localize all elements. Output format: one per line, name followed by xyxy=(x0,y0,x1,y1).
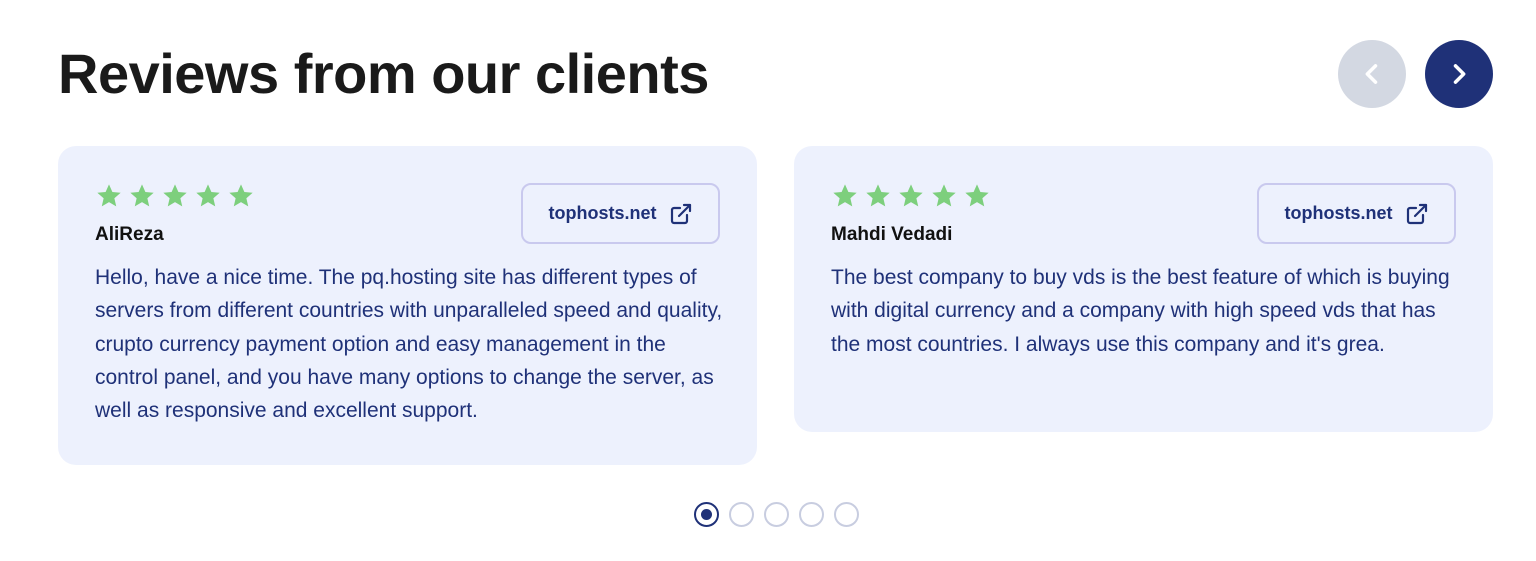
star-icon xyxy=(962,182,992,210)
star-icon xyxy=(160,182,190,210)
carousel-prev-button[interactable] xyxy=(1338,40,1406,108)
star-icon xyxy=(830,182,860,210)
reviewer-name: Mahdi Vedadi xyxy=(831,224,953,245)
carousel-next-button[interactable] xyxy=(1425,40,1493,108)
star-icon xyxy=(863,182,893,210)
review-text: Hello, have a nice time. The pq.hosting … xyxy=(95,266,723,423)
section-title: Reviews from our clients xyxy=(58,42,709,105)
carousel-pagination xyxy=(694,502,859,527)
external-link-icon xyxy=(670,203,691,224)
star-rating xyxy=(94,182,256,210)
reviews-section: Reviews from our clients AliReza tophost… xyxy=(0,0,1536,561)
star-rating xyxy=(830,182,992,210)
review-source-link[interactable]: tophosts.net xyxy=(521,183,720,244)
review-source-label: tophosts.net xyxy=(548,203,657,223)
review-card: AliReza tophosts.net Hello, have a nice … xyxy=(58,146,757,465)
star-icon xyxy=(896,182,926,210)
pagination-dot[interactable] xyxy=(764,502,789,527)
chevron-left-icon xyxy=(1365,64,1378,84)
review-source-label: tophosts.net xyxy=(1284,203,1393,223)
pagination-dot[interactable] xyxy=(729,502,754,527)
review-text: The best company to buy vds is the best … xyxy=(831,266,1450,356)
star-icon xyxy=(94,182,124,210)
star-icon xyxy=(193,182,223,210)
star-icon xyxy=(929,182,959,210)
star-icon xyxy=(226,182,256,210)
pagination-dot[interactable] xyxy=(834,502,859,527)
external-link-icon xyxy=(1406,203,1427,224)
pagination-dot[interactable] xyxy=(799,502,824,527)
reviewer-name: AliReza xyxy=(95,224,164,245)
pagination-dot-active[interactable] xyxy=(694,502,719,527)
chevron-right-icon xyxy=(1453,64,1466,84)
review-source-link[interactable]: tophosts.net xyxy=(1257,183,1456,244)
star-icon xyxy=(127,182,157,210)
review-card: Mahdi Vedadi tophosts.net The best compa… xyxy=(794,146,1493,432)
